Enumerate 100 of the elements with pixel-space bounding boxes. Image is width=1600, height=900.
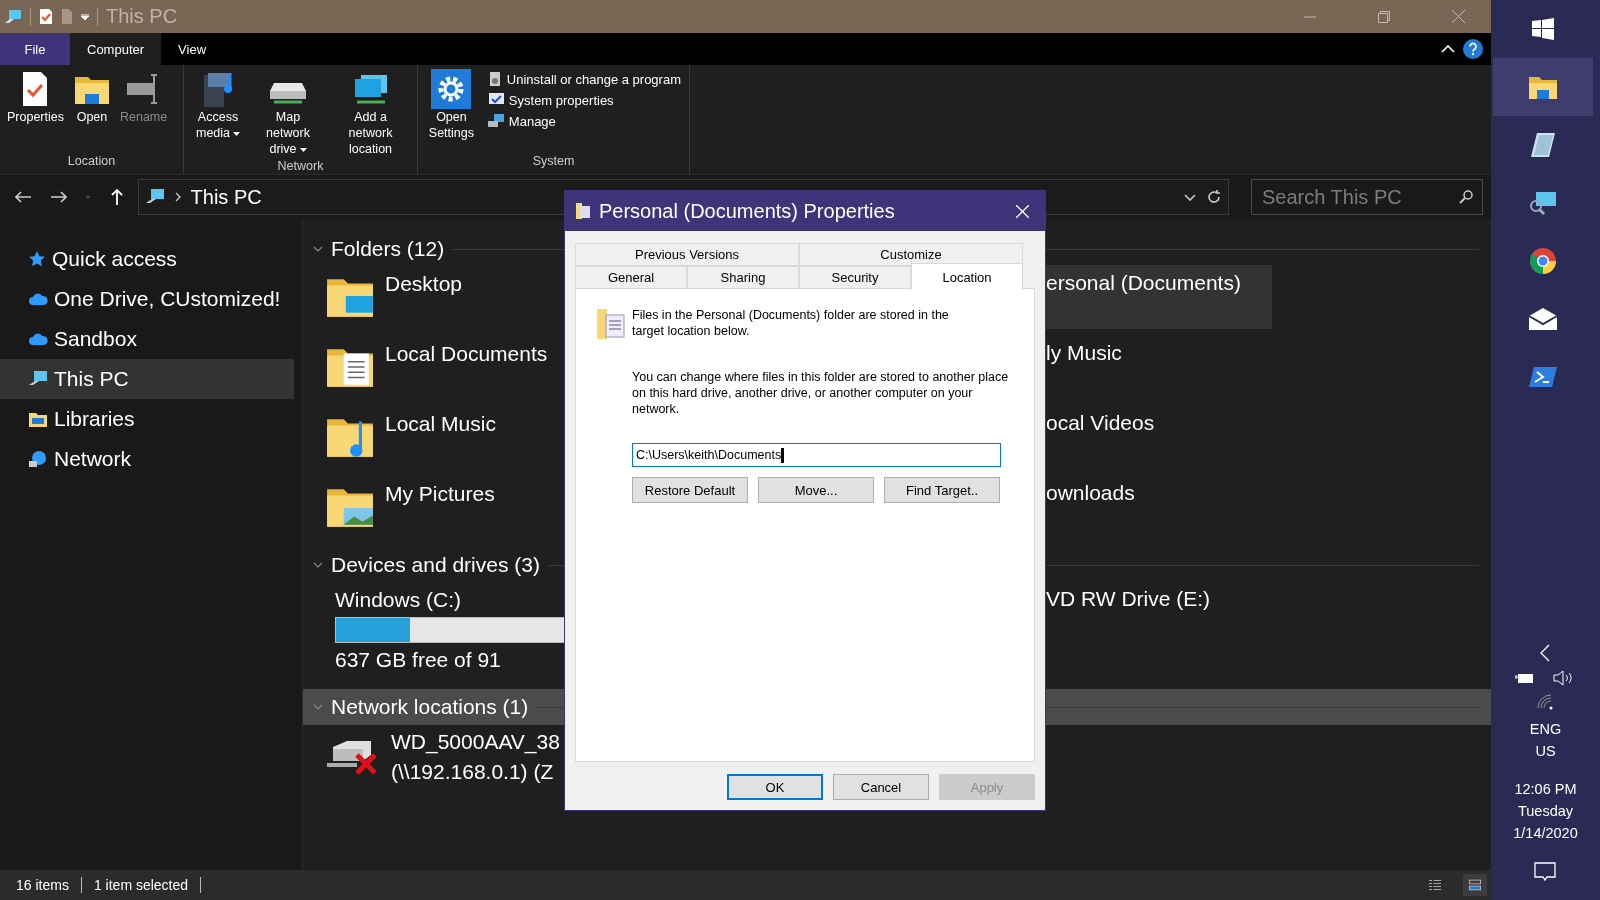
section-title: Folders (12) [331, 237, 445, 261]
item-name[interactable]: Local Documents [385, 341, 548, 367]
sidebar-item[interactable]: Libraries [0, 399, 294, 439]
clock-date[interactable]: 1/14/2020 [1513, 822, 1578, 844]
description-text: You can change where files in this folder are stored to another place on this hard drive, another drive, or another computer on your network. [632, 369, 1010, 417]
computer-icon [486, 113, 505, 129]
back-icon [14, 191, 31, 203]
envelope-icon [1527, 307, 1558, 331]
item-count: 16 items [16, 877, 69, 893]
path-field[interactable]: C:\Users\keith\Documents [632, 443, 1001, 467]
dialog-tab[interactable]: Customize [799, 243, 1023, 266]
cloud-icon [28, 332, 48, 346]
ribbon-button[interactable]: Access media [188, 67, 248, 159]
action-button[interactable]: Move... [758, 477, 874, 503]
item-detail: (\\192.168.0.1) (Z [391, 759, 555, 785]
sidebar-item[interactable]: One Drive, CUstomized! [0, 279, 294, 319]
group-label: System [532, 154, 575, 170]
help-icon[interactable] [1463, 39, 1483, 59]
browser-icon [1528, 247, 1557, 275]
folder-document-icon [575, 202, 591, 220]
dialog-tab[interactable]: General [575, 266, 687, 289]
forward-icon [50, 191, 67, 203]
dialog-tab[interactable]: Location [911, 263, 1023, 290]
tablet-icon [1528, 131, 1557, 159]
ribbon-button[interactable]: Open Settings [422, 67, 481, 154]
computer-icon [4, 8, 22, 25]
clock-time[interactable]: 12:06 PM [1514, 778, 1577, 800]
selected-item[interactable]: ersonal (Documents) [1046, 265, 1272, 329]
sidebar-item[interactable]: Quick access [0, 239, 294, 279]
address-text: This PC [190, 185, 262, 209]
ribbon-tab[interactable]: View [161, 33, 224, 65]
list-icon [1429, 878, 1441, 892]
refresh-icon[interactable] [1206, 189, 1222, 205]
dialog-button[interactable]: Cancel [833, 774, 929, 800]
gear-icon [431, 69, 472, 109]
selection-count: 1 item selected [93, 877, 189, 893]
dropdown-icon[interactable] [81, 13, 89, 20]
minimize-icon [1304, 15, 1316, 18]
battery-icon[interactable] [1515, 672, 1536, 684]
section-title: Network locations (1) [331, 695, 529, 719]
ribbon-link[interactable]: Manage [482, 113, 685, 129]
clock-day[interactable]: Tuesday [1517, 800, 1574, 822]
intro-text: Files in the Personal (Documents) folder are stored in the target location below. [632, 307, 950, 340]
computer-icon [144, 188, 165, 206]
language-indicator[interactable]: US [1535, 740, 1556, 762]
item-name[interactable]: ly Music [1046, 335, 1272, 399]
sidebar-item[interactable]: Sandbox [0, 319, 294, 359]
chevron-down-icon[interactable] [313, 560, 323, 570]
search-icon [1459, 190, 1473, 204]
ribbon-tab[interactable]: File [0, 33, 70, 65]
dialog-tab[interactable]: Previous Versions [575, 243, 799, 266]
item-name[interactable]: Desktop [385, 271, 463, 297]
item-name[interactable]: ownloads [1046, 475, 1272, 539]
item-name[interactable]: VD RW Drive (E:) [1046, 581, 1272, 645]
item-name[interactable]: ocal Videos [1046, 405, 1272, 469]
action-button[interactable]: Restore Default [632, 477, 748, 503]
taskbar-app[interactable] [1492, 58, 1593, 116]
item-name[interactable]: My Pictures [385, 481, 495, 507]
cloud-icon [28, 292, 48, 306]
up-icon [110, 189, 123, 205]
checklist-icon[interactable] [39, 8, 53, 25]
chevron-left-icon [1540, 644, 1551, 662]
chevron-down-icon[interactable] [1184, 193, 1196, 201]
search-field[interactable]: Search This PC [1251, 179, 1483, 215]
dialog-button[interactable]: OK [727, 774, 823, 800]
restore-icon [1378, 10, 1390, 23]
sidebar-item[interactable]: Network [0, 439, 294, 479]
ribbon-button[interactable]: Add a network location [328, 67, 413, 159]
windows-icon [1531, 18, 1554, 40]
terminal-icon [1528, 366, 1557, 388]
item-name[interactable]: WD_5000AAV_38 [391, 729, 560, 755]
tiles-icon [1469, 878, 1481, 892]
dialog-tab[interactable]: Security [799, 266, 911, 289]
item-name[interactable]: Local Music [385, 411, 496, 437]
close-icon [1451, 10, 1465, 23]
star-icon [28, 250, 46, 268]
tiles-view-button[interactable] [1463, 874, 1487, 896]
ribbon-button[interactable]: Properties [4, 67, 67, 154]
dialog-tab[interactable]: Sharing [687, 266, 799, 289]
group-label: Location [67, 154, 116, 170]
sidebar-item[interactable]: This PC [0, 359, 294, 399]
action-button[interactable]: Find Target.. [884, 477, 1000, 503]
ribbon-link[interactable]: Uninstall or change a program [482, 71, 685, 87]
section-title: Devices and drives (3) [331, 553, 540, 577]
ribbon-button[interactable]: Map network drive [250, 67, 326, 159]
chevron-down-icon [85, 194, 90, 200]
group-label: Network [277, 159, 324, 175]
ribbon-tab[interactable]: Computer [70, 33, 162, 65]
ribbon-button[interactable]: Open [69, 67, 115, 154]
show-hidden-icons-button[interactable] [1540, 644, 1551, 662]
ribbon-link[interactable]: System properties [482, 92, 685, 108]
language-indicator[interactable]: ENG [1529, 718, 1562, 740]
collapse-icon[interactable] [1441, 45, 1455, 53]
close-icon [1015, 204, 1029, 218]
chevron-down-icon[interactable] [313, 244, 323, 254]
caret-icon [299, 147, 307, 152]
computer-icon [28, 370, 48, 388]
notification-icon[interactable] [1534, 862, 1557, 882]
chevron-right-icon [174, 192, 181, 202]
folder-document-icon [596, 307, 626, 341]
